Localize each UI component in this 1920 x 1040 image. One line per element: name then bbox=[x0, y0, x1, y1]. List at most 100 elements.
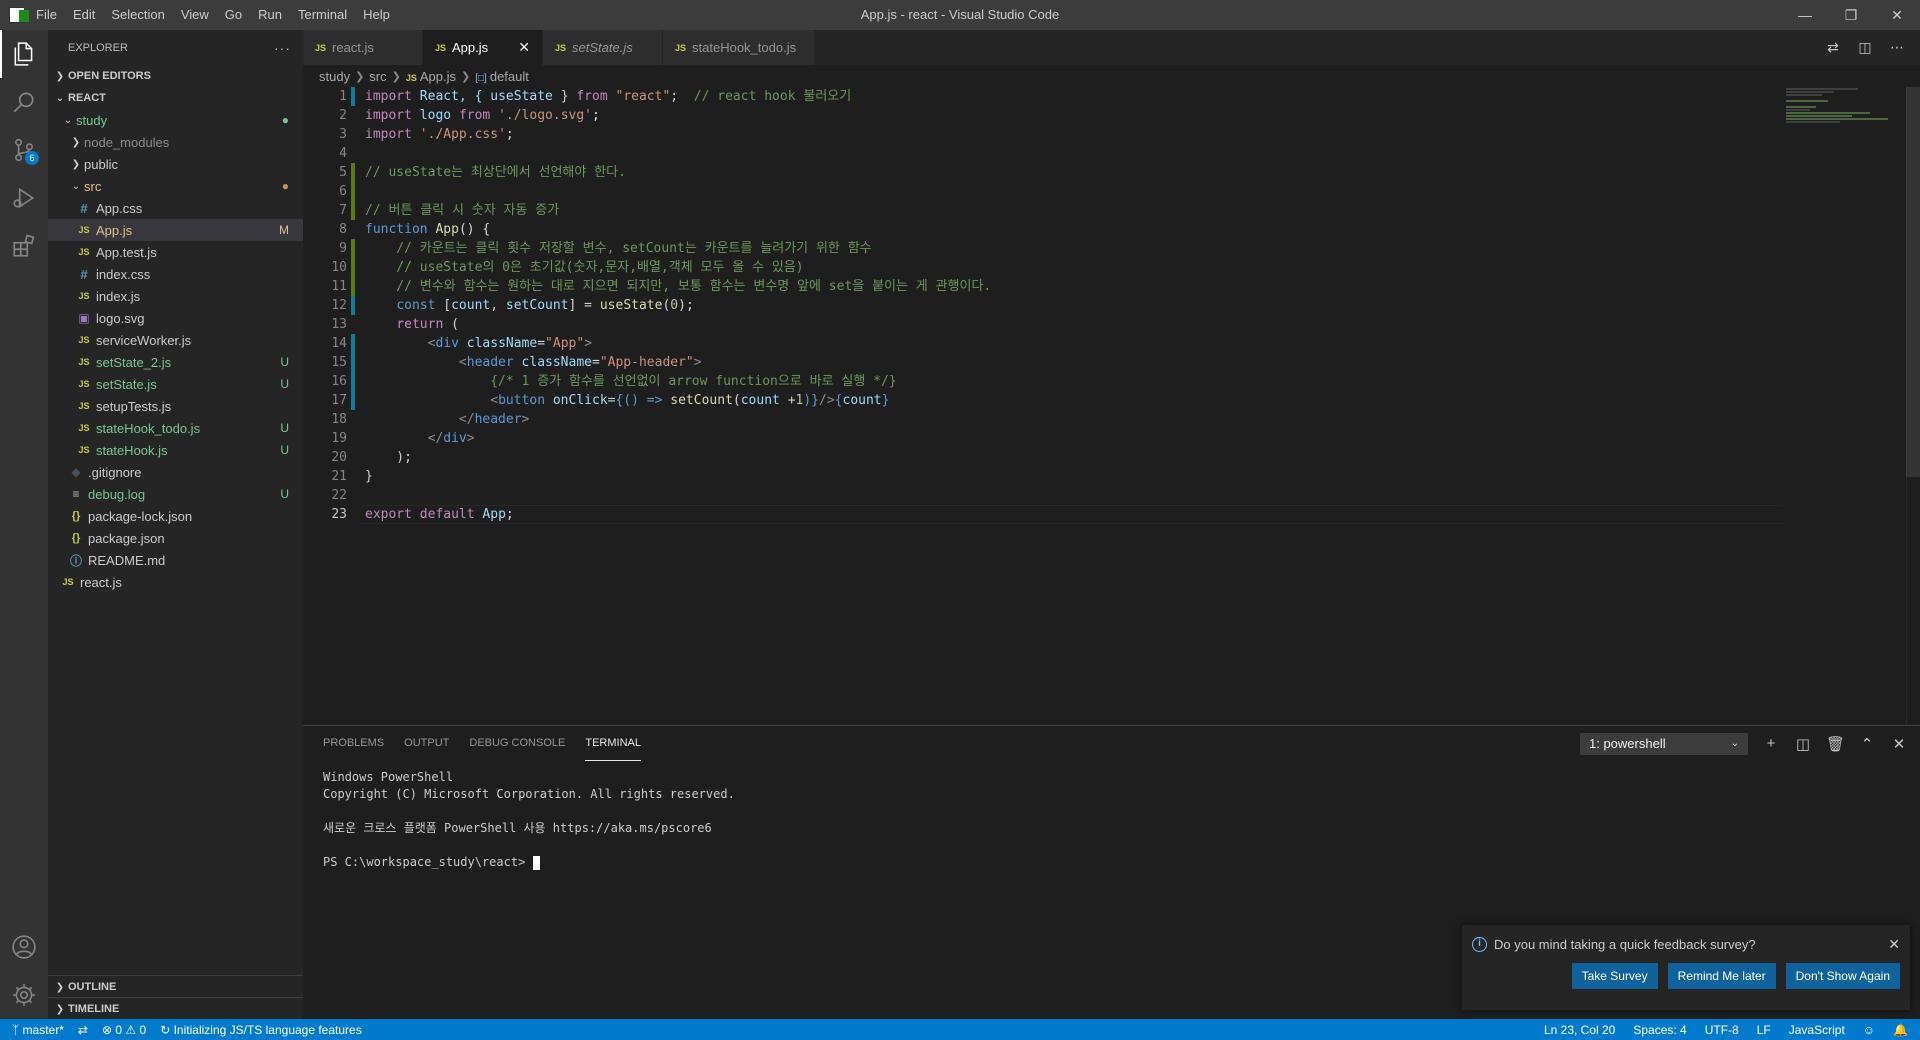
indentation[interactable]: Spaces: 4 bbox=[1633, 1023, 1686, 1037]
tree-file-setstate-2-js[interactable]: JS setState_2.js U bbox=[48, 351, 303, 373]
tree-file-package-lock-json[interactable]: {} package-lock.json bbox=[48, 505, 303, 527]
tree-file-index-css[interactable]: # index.css bbox=[48, 263, 303, 285]
tree-file-debug-log[interactable]: ≡ debug.log U bbox=[48, 483, 303, 505]
new-terminal-icon[interactable]: + bbox=[1762, 735, 1780, 752]
menu-selection[interactable]: Selection bbox=[103, 0, 172, 30]
split-editor-icon[interactable]: ◫ bbox=[1854, 39, 1876, 56]
code-editor[interactable]: 1 import React, { useState } from "react"… bbox=[303, 87, 1783, 725]
run-debug-icon[interactable] bbox=[0, 174, 48, 222]
tree-file-app-js[interactable]: JS App.js M bbox=[48, 219, 303, 241]
encoding[interactable]: UTF-8 bbox=[1705, 1023, 1739, 1037]
more-actions-icon[interactable]: ⋯ bbox=[1886, 39, 1908, 56]
settings-gear-icon[interactable] bbox=[0, 971, 48, 1019]
menu-view[interactable]: View bbox=[173, 0, 217, 30]
comment-text: // useState의 0은 초기값(숫자,문자,배열,객체 모두 올 수 있… bbox=[365, 260, 804, 275]
menu-help[interactable]: Help bbox=[355, 0, 398, 30]
remind-later-button[interactable]: Remind Me later bbox=[1667, 963, 1776, 989]
outline-section[interactable]: ❯ OUTLINE bbox=[48, 976, 303, 998]
tree-file-service-worker-js[interactable]: JS serviceWorker.js bbox=[48, 329, 303, 351]
breadcrumb-study[interactable]: study bbox=[319, 69, 350, 84]
close-tab-icon[interactable]: ✕ bbox=[494, 39, 530, 56]
problems-status[interactable]: ⊗ 0 ⚠ 0 bbox=[102, 1023, 146, 1037]
terminal-select[interactable]: 1: powershell ⌄ bbox=[1580, 732, 1748, 755]
tab-output[interactable]: OUTPUT bbox=[404, 726, 449, 761]
tab-setstate-js[interactable]: JS setState.js bbox=[543, 30, 663, 65]
extensions-icon[interactable] bbox=[0, 222, 48, 270]
tree-file-gitignore[interactable]: ◆ .gitignore bbox=[48, 461, 303, 483]
explorer-more-icon[interactable]: ··· bbox=[274, 40, 291, 56]
language-mode[interactable]: JavaScript bbox=[1789, 1023, 1845, 1037]
compare-changes-icon[interactable]: ⇄ bbox=[1822, 39, 1844, 56]
terminal-output[interactable]: Windows PowerShell Copyright (C) Microso… bbox=[303, 761, 1920, 879]
info-file-icon: ⓘ bbox=[69, 553, 82, 568]
notifications-bell-icon[interactable]: 🔔 bbox=[1893, 1023, 1908, 1037]
explorer-icon[interactable] bbox=[0, 30, 48, 78]
tree-file-statehook-todo-js[interactable]: JS stateHook_todo.js U bbox=[48, 417, 303, 439]
minimize-button[interactable]: — bbox=[1782, 0, 1828, 30]
tree-file-react-js[interactable]: JS react.js bbox=[48, 571, 303, 593]
js-file-icon: JS bbox=[78, 225, 90, 235]
sync-icon[interactable]: ⇄ bbox=[78, 1023, 88, 1037]
menu-go[interactable]: Go bbox=[217, 0, 250, 30]
token: ; bbox=[592, 108, 600, 123]
timeline-section[interactable]: ❯ TIMELINE bbox=[48, 998, 303, 1020]
token: )} bbox=[803, 393, 820, 408]
sync-spin-icon: ↻ bbox=[160, 1022, 171, 1037]
minimap[interactable] bbox=[1786, 87, 1906, 147]
tree-folder-node-modules[interactable]: ❯ node_modules bbox=[48, 131, 303, 153]
code-line: 22 bbox=[303, 486, 1783, 505]
code-line: 9 // 카운트는 클릭 횟수 저장할 변수, setCount는 카운트를 늘… bbox=[303, 239, 1783, 258]
line-ending[interactable]: LF bbox=[1757, 1023, 1771, 1037]
take-survey-button[interactable]: Take Survey bbox=[1571, 963, 1658, 989]
tree-file-app-test-js[interactable]: JS App.test.js bbox=[48, 241, 303, 263]
tree-file-logo-svg[interactable]: ▣ logo.svg bbox=[48, 307, 303, 329]
tree-file-setstate-js[interactable]: JS setState.js U bbox=[48, 373, 303, 395]
error-icon: ⊗ bbox=[101, 1022, 113, 1037]
close-window-button[interactable]: ✕ bbox=[1874, 0, 1920, 30]
task-status[interactable]: ↻ Initializing JS/TS language features bbox=[160, 1023, 362, 1037]
tree-file-package-json[interactable]: {} package.json bbox=[48, 527, 303, 549]
breadcrumb-src[interactable]: src bbox=[369, 69, 386, 84]
source-control-icon[interactable]: 6 bbox=[0, 126, 48, 174]
token: </ bbox=[458, 412, 475, 427]
breadcrumb-symbol[interactable]: [□] default bbox=[475, 69, 529, 84]
tab-statehook-todo-js[interactable]: JS stateHook_todo.js bbox=[663, 30, 815, 65]
open-editors-section[interactable]: ❯ OPEN EDITORS bbox=[48, 65, 303, 87]
maximize-panel-icon[interactable]: ⌃ bbox=[1858, 735, 1876, 753]
tree-label: debug.log bbox=[88, 486, 146, 502]
dont-show-again-button[interactable]: Don't Show Again bbox=[1785, 963, 1900, 989]
tree-folder-public[interactable]: ❯ public bbox=[48, 153, 303, 175]
tab-problems[interactable]: PROBLEMS bbox=[323, 726, 384, 761]
menu-terminal[interactable]: Terminal bbox=[290, 0, 355, 30]
menu-run[interactable]: Run bbox=[250, 0, 290, 30]
restore-button[interactable]: ❐ bbox=[1828, 0, 1874, 30]
branch-status[interactable]: ᛉ master* bbox=[12, 1023, 64, 1037]
close-notification-icon[interactable]: ✕ bbox=[1888, 936, 1900, 953]
tree-folder-src[interactable]: ⌄ src ● bbox=[48, 175, 303, 197]
accounts-icon[interactable] bbox=[0, 923, 48, 971]
tab-app-js[interactable]: JS App.js ✕ bbox=[423, 30, 543, 65]
tree-file-statehook-js[interactable]: JS stateHook.js U bbox=[48, 439, 303, 461]
tree-folder-study[interactable]: ⌄ study ● bbox=[48, 109, 303, 131]
menu-file[interactable]: File bbox=[34, 0, 65, 30]
editor-scroll-thumb[interactable] bbox=[1906, 87, 1920, 477]
breadcrumb-file[interactable]: JS App.js bbox=[406, 69, 456, 84]
tab-terminal[interactable]: TERMINAL bbox=[585, 726, 641, 761]
react-folder-section[interactable]: ⌄ REACT bbox=[48, 87, 303, 109]
cursor-position[interactable]: Ln 23, Col 20 bbox=[1544, 1023, 1615, 1037]
menu-edit[interactable]: Edit bbox=[65, 0, 103, 30]
tree-file-app-css[interactable]: # App.css bbox=[48, 197, 303, 219]
tree-file-index-js[interactable]: JS index.js bbox=[48, 285, 303, 307]
feedback-icon[interactable]: ☺ bbox=[1863, 1023, 1875, 1037]
tab-react-js[interactable]: JS react.js bbox=[303, 30, 423, 65]
tree-file-setup-tests-js[interactable]: JS setupTests.js bbox=[48, 395, 303, 417]
close-panel-icon[interactable]: ✕ bbox=[1890, 735, 1908, 753]
token: header bbox=[474, 412, 522, 427]
search-icon[interactable] bbox=[0, 78, 48, 126]
app-logo-icon[interactable] bbox=[0, 0, 34, 30]
kill-terminal-icon[interactable]: 🗑 bbox=[1826, 735, 1845, 753]
tree-file-readme-md[interactable]: ⓘ README.md bbox=[48, 549, 303, 571]
tab-debug-console[interactable]: DEBUG CONSOLE bbox=[469, 726, 565, 761]
split-terminal-icon[interactable]: ◫ bbox=[1794, 735, 1812, 753]
